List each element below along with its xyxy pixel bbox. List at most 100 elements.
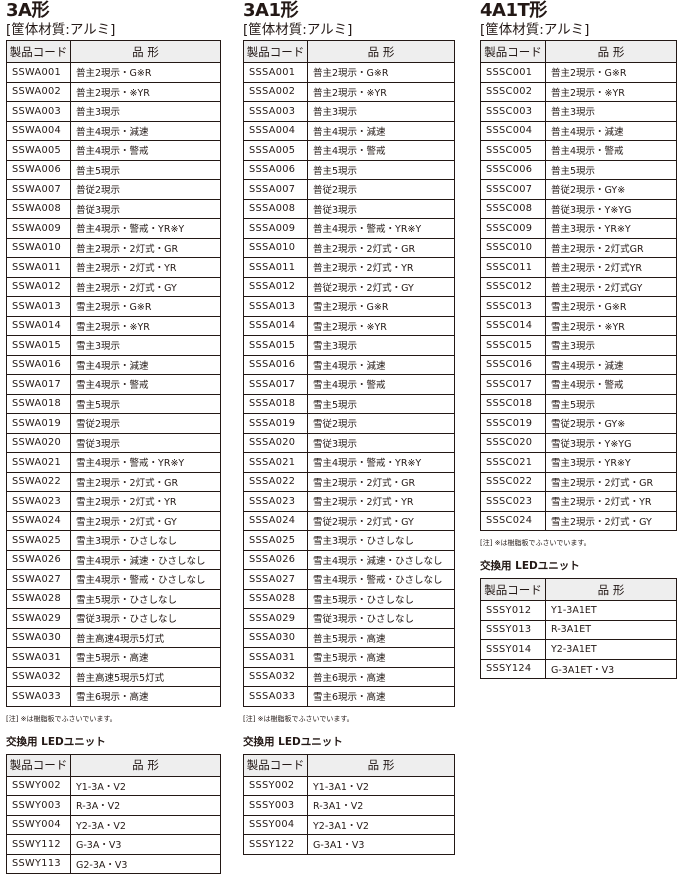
table-row: SSSY014 Y2-3A1ET [480,639,677,660]
table-row: SSSA002 普主2現示・※YR [243,81,455,102]
product-code-cell: SSWA026 [6,549,71,570]
table-row: SSSA005 普主4現示・警戒 [243,140,455,161]
table-row: SSSC010 普主2現示・2灯式GR [480,237,677,258]
product-name-cell: 雪主6現示・高速 [70,686,221,707]
product-code-cell: SSSC008 [480,198,546,219]
product-name-cell: 雪従3現示・ひさしなし [307,608,455,629]
table-row: SSWA033 雪主6現示・高速 [6,686,221,707]
table-row: SSWA018 雪主5現示 [6,393,221,414]
product-name-cell: Y1-3A1・V2 [307,775,455,796]
column-header-name: 品 形 [545,578,677,601]
product-name-cell: 雪主4現示・警戒・ひさしなし [307,569,455,590]
product-name-cell: 普従3現示 [307,198,455,219]
product-code-cell: SSWA032 [6,666,71,687]
product-name-cell: 雪従2現示 [70,413,221,434]
table-row: SSSY012 Y1-3A1ET [480,600,677,621]
product-code-cell: SSSC024 [480,510,546,531]
product-name-cell: 雪主3現示 [70,335,221,356]
section-3a1: 3A1形 [筐体材質:アルミ] 製品コード品 形 SSSA001 普主2現示・G※R SS… [243,0,455,855]
product-code-cell: SSWA023 [6,491,71,512]
product-table: 製品コード品 形 SSSA001 普主2現示・G※R SSSA002 普主2現示・※YR… [243,40,455,707]
product-code-cell: SSWA033 [6,686,71,707]
product-code-cell: SSSA030 [243,627,308,648]
led-unit-title: 交換用 LEDユニット [6,735,106,748]
table-row: SSWA031 雪主5現示・高速 [6,647,221,668]
product-name-cell: 普主4現示・警戒 [307,140,455,161]
table-row: SSSC011 普主2現示・2灯式YR [480,257,677,278]
product-code-cell: SSSA031 [243,647,308,668]
product-name-cell: Y1-3A1ET [545,600,677,621]
product-code-cell: SSWA024 [6,510,71,531]
led-unit-title: 交換用 LEDユニット [243,735,343,748]
product-code-cell: SSSA032 [243,666,308,687]
table-row: SSSA021 雪主4現示・警戒・YR※Y [243,452,455,473]
table-row: SSSA024 雪従2現示・2灯式・GY [243,510,455,531]
column-header-name: 品 形 [545,40,677,63]
column-header-code: 製品コード [243,40,308,63]
product-name-cell: 普主2現示・※YR [70,81,221,102]
product-name-cell: 普主2現示・2灯式・YR [307,257,455,278]
product-code-cell: SSSY014 [480,639,546,660]
product-name-cell: 雪従3現示・ひさしなし [70,608,221,629]
table-row: SSSY002 Y1-3A1・V2 [243,775,455,796]
table-row: SSSA016 雪主4現示・減速 [243,354,455,375]
product-name-cell: 雪主2現示・※YR [70,315,221,336]
table-row: SSWA011 普主2現示・2灯式・YR [6,257,221,278]
table-row: SSWA025 雪主3現示・ひさしなし [6,530,221,551]
product-code-cell: SSWA002 [6,81,71,102]
table-row: SSSC024 雪主2現示・2灯式・GY [480,510,677,531]
product-name-cell: 雪主2現示・2灯式・GR [545,471,677,492]
product-code-cell: SSWA005 [6,140,71,161]
table-row: SSWA012 普主2現示・2灯式・GY [6,276,221,297]
product-name-cell: 雪従3現示・Y※YG [545,432,677,453]
product-code-cell: SSWY112 [6,834,71,855]
product-name-cell: 普従2現示 [70,179,221,200]
product-code-cell: SSSC021 [480,452,546,473]
table-row: SSSC015 雪主3現示 [480,335,677,356]
led-unit-header-row: 製品コード品 形 [6,753,221,777]
product-code-cell: SSSA023 [243,491,308,512]
product-code-cell: SSSA022 [243,471,308,492]
table-row: SSWA015 雪主3現示 [6,335,221,356]
table-row: SSSC019 雪従2現示・GY※ [480,413,677,434]
table-row: SSWA023 雪主2現示・2灯式・YR [6,491,221,512]
product-name-cell: R-3A1・V2 [307,795,455,816]
product-name-cell: 普主高速5現示5灯式 [70,666,221,687]
product-name-cell: 雪主4現示・警戒 [307,374,455,395]
product-code-cell: SSSA007 [243,179,308,200]
product-code-cell: SSWA027 [6,569,71,590]
table-row: SSSY124 G-3A1ET・V3 [480,658,677,679]
table-row: SSSC013 雪主2現示・G※R [480,296,677,317]
product-name-cell: 雪従2現示 [307,413,455,434]
product-name-cell: 雪主5現示・ひさしなし [307,588,455,609]
product-name-cell: 普主2現示・G※R [545,62,677,83]
product-name-cell: 普主4現示・警戒 [70,140,221,161]
table-row: SSSA011 普主2現示・2灯式・YR [243,257,455,278]
product-name-cell: 雪主4現示・減速 [545,354,677,375]
table-row: SSSY004 Y2-3A1・V2 [243,814,455,835]
product-name-cell: 雪主2現示・G※R [307,296,455,317]
product-name-cell: 雪主4現示・警戒 [545,374,677,395]
section-4a1t: 4A1T形 [筐体材質:アルミ] 製品コード品 形 SSSC001 普主2現示・G※R S… [480,0,677,679]
column-header-code: 製品コード [243,753,308,777]
table-row: SSSA009 普主4現示・警戒・YR※Y [243,218,455,239]
product-name-cell: Y1-3A・V2 [70,775,221,796]
product-name-cell: 雪主2現示・2灯式・YR [70,491,221,512]
product-code-cell: SSWY003 [6,795,71,816]
table-row: SSSA023 雪主2現示・2灯式・YR [243,491,455,512]
product-code-cell: SSSC001 [480,62,546,83]
product-name-cell: 普主3現示 [70,101,221,122]
product-name-cell: 普主4現示・警戒・YR※Y [307,218,455,239]
table-row: SSSA001 普主2現示・G※R [243,62,455,83]
product-code-cell: SSWA011 [6,257,71,278]
product-name-cell: 雪主2現示・G※R [70,296,221,317]
product-name-cell: Y2-3A1ET [545,639,677,660]
table-row: SSWY004 Y2-3A・V2 [6,814,221,835]
product-name-cell: G2-3A・V3 [70,853,221,874]
product-name-cell: G-3A・V3 [70,834,221,855]
product-name-cell: 雪従2現示・GY※ [545,413,677,434]
product-code-cell: SSSC005 [480,140,546,161]
product-name-cell: 雪主5現示 [545,393,677,414]
footnote: [注] ※は樹脂板でふさいでいます。 [243,714,354,723]
product-code-cell: SSSA028 [243,588,308,609]
